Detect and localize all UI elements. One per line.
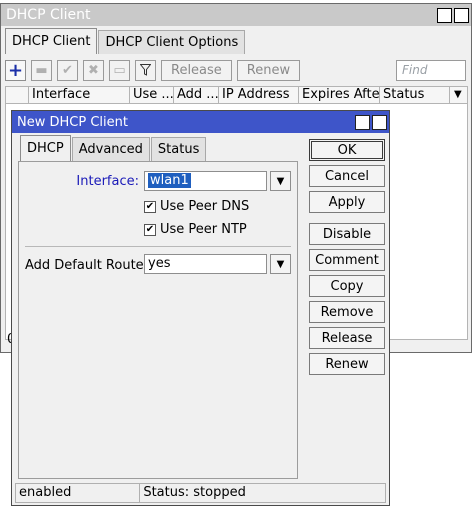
run-status: Status: stopped (143, 485, 246, 500)
column-expires-after[interactable]: Expires After (299, 87, 380, 103)
main-titlebar[interactable]: DHCP Client ▫ ✕ (1, 4, 471, 26)
column-ip-address[interactable]: IP Address (219, 87, 299, 103)
apply-button[interactable]: Apply (309, 191, 385, 213)
interface-select[interactable]: wlan1 (144, 171, 267, 191)
enabled-status: enabled (16, 484, 141, 502)
checkbox-checked-icon: ✔ (144, 200, 156, 213)
use-peer-ntp-label: Use Peer NTP (160, 222, 247, 237)
release-button[interactable]: Release (161, 59, 232, 81)
remove-button[interactable]: Remove (309, 301, 385, 323)
copy-button[interactable]: Copy (309, 275, 385, 297)
tab-status[interactable]: Status (150, 137, 207, 161)
table-header: Interface Use ... Add ... IP Address Exp… (5, 86, 468, 104)
interface-label: Interface: (76, 174, 139, 189)
comment-button[interactable]: Comment (309, 249, 385, 271)
remove-icon[interactable]: ▬ (31, 59, 52, 81)
add-default-route-select[interactable]: yes (144, 254, 267, 274)
column-status[interactable]: Status (380, 87, 450, 103)
restore-icon[interactable]: ▫ (437, 7, 452, 23)
comment-icon[interactable]: ▭ (109, 59, 130, 81)
dialog-titlebar[interactable]: New DHCP Client ▫ ✕ (12, 111, 389, 133)
add-default-route-label: Add Default Route: (25, 258, 149, 273)
release-dialog-button[interactable]: Release (309, 327, 385, 349)
find-input[interactable]: Find (396, 60, 466, 81)
close-icon[interactable]: ✕ (454, 7, 469, 23)
main-window-title: DHCP Client (6, 7, 91, 23)
dialog-status-bar: enabled Status: stopped (15, 483, 386, 503)
main-toolbar: + ▬ ✔ ✖ ▭ Release Renew (5, 58, 305, 82)
column-use-peer[interactable]: Use ... (130, 87, 174, 103)
new-dhcp-client-dialog: New DHCP Client ▫ ✕ DHCP Advanced Status… (11, 110, 390, 506)
use-peer-dns-label: Use Peer DNS (160, 199, 250, 214)
renew-dialog-button[interactable]: Renew (309, 353, 385, 375)
use-peer-ntp-checkbox[interactable]: ✔ Use Peer NTP (144, 222, 247, 237)
add-default-route-dropdown-icon[interactable]: ▼ (270, 254, 291, 274)
dialog-restore-icon[interactable]: ▫ (355, 114, 370, 130)
dhcp-tab-panel: Interface: wlan1 ▼ ✔ Use Peer DNS ✔ Use … (18, 161, 298, 479)
checkbox-checked-icon: ✔ (144, 223, 156, 236)
column-marker (6, 87, 29, 103)
main-tabs: DHCP Client DHCP Client Options (5, 28, 246, 54)
cancel-button[interactable]: Cancel (309, 165, 385, 187)
column-add-default[interactable]: Add ... (174, 87, 219, 103)
use-peer-dns-checkbox[interactable]: ✔ Use Peer DNS (144, 199, 249, 214)
disable-button[interactable]: Disable (309, 223, 385, 245)
tab-dhcp-client-options[interactable]: DHCP Client Options (98, 30, 246, 54)
disable-icon[interactable]: ✖ (83, 59, 104, 81)
dialog-title: New DHCP Client (17, 114, 128, 130)
enable-icon[interactable]: ✔ (57, 59, 78, 81)
add-icon[interactable]: + (5, 59, 26, 81)
filter-icon[interactable] (135, 59, 156, 81)
renew-button[interactable]: Renew (236, 59, 301, 81)
tab-advanced[interactable]: Advanced (71, 137, 150, 161)
column-interface[interactable]: Interface (29, 87, 130, 103)
dialog-tabs: DHCP Advanced Status (20, 135, 207, 161)
tab-dhcp[interactable]: DHCP (20, 135, 71, 161)
separator (25, 246, 291, 247)
interface-dropdown-icon[interactable]: ▼ (270, 171, 291, 191)
interface-value: wlan1 (148, 173, 191, 188)
ok-button[interactable]: OK (309, 139, 385, 161)
column-menu-icon[interactable]: ▼ (450, 87, 467, 103)
dialog-close-icon[interactable]: ✕ (372, 114, 387, 130)
tab-dhcp-client[interactable]: DHCP Client (5, 28, 98, 54)
